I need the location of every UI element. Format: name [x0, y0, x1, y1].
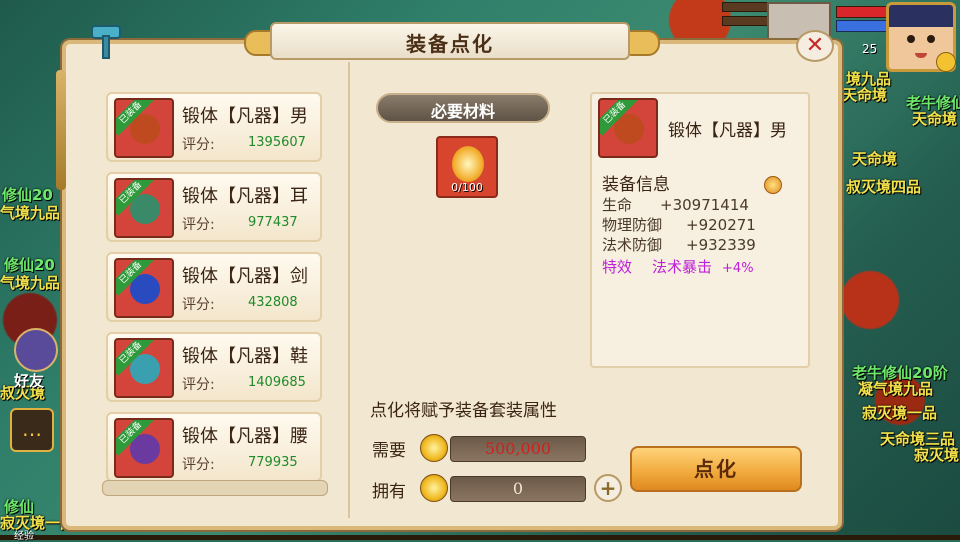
equipment-icon: 已装备	[598, 98, 658, 158]
menu-bars[interactable]	[722, 2, 768, 42]
equipment-icon: 已装备	[114, 178, 174, 238]
info-heading: 装备信息	[602, 175, 670, 195]
item-name: 锻体【凡器】耳	[182, 186, 308, 207]
special-value: +4%	[722, 261, 754, 276]
tassel-ornament	[56, 70, 66, 190]
score-label: 评分:	[182, 297, 215, 313]
stat-value: +30971414	[660, 196, 749, 214]
title-bar: 装备点化	[270, 22, 630, 60]
menu-bar	[722, 2, 768, 12]
item-score: 779935	[248, 455, 298, 470]
hammer-icon	[91, 25, 121, 59]
material-count: 0/100	[451, 181, 483, 194]
equipment-list-item[interactable]: 已装备 锻体【凡器】男 评分: 1395607	[106, 92, 322, 162]
chat-button[interactable]: …	[10, 408, 54, 452]
mp-bar	[836, 20, 890, 32]
avatar-mouth	[915, 53, 927, 58]
score-label: 评分:	[182, 377, 215, 393]
material-slot[interactable]: 0/100	[436, 136, 498, 198]
avatar-eye	[927, 35, 935, 43]
equipment-list[interactable]: 已装备 锻体【凡器】男 评分: 1395607 已装备 锻体【凡器】耳 评分: …	[102, 92, 326, 496]
item-score: 432808	[248, 295, 298, 310]
avatar-hair	[889, 5, 953, 27]
have-amount: 0	[450, 476, 586, 502]
stat-name: 生命	[602, 196, 633, 214]
friend-button[interactable]: 好友	[2, 328, 66, 390]
stat-name: 物理防御	[602, 216, 663, 234]
gem-icon[interactable]	[764, 176, 782, 194]
chat-icon: …	[22, 417, 42, 441]
scene-label: 气境九品	[0, 274, 61, 292]
hp-bar	[836, 6, 890, 18]
refine-description: 点化将赋予装备套装属性	[370, 401, 557, 421]
equipment-list-item[interactable]: 已装备 锻体【凡器】腰 评分: 779935	[106, 412, 322, 482]
score-label: 评分:	[182, 137, 215, 153]
close-button[interactable]: ✕	[796, 30, 834, 62]
need-amount: 500,000	[450, 436, 586, 462]
stat-row: 生命 +30971414	[602, 194, 749, 215]
scene-label: 叔灭境四品	[846, 178, 922, 196]
panel-divider	[348, 62, 350, 518]
equipment-list-item[interactable]: 已装备 锻体【凡器】鞋 评分: 1409685	[106, 332, 322, 402]
close-icon: ✕	[805, 33, 825, 58]
item-name: 锻体【凡器】男	[182, 106, 308, 127]
equipment-icon: 已装备	[114, 98, 174, 158]
equipment-icon: 已装备	[114, 258, 174, 318]
add-currency-button[interactable]: +	[594, 474, 622, 502]
item-score: 977437	[248, 215, 298, 230]
exp-bar	[0, 535, 960, 540]
vip-coin-icon[interactable]	[936, 52, 956, 72]
friend-label: 好友	[14, 372, 45, 390]
stat-name: 法术防御	[602, 236, 663, 254]
scene-label: 修仙	[4, 498, 35, 516]
have-label: 拥有	[372, 482, 406, 502]
list-scrollbar[interactable]	[102, 480, 328, 496]
material-scroll-icon	[452, 146, 484, 182]
info-item-name: 锻体【凡器】男	[668, 121, 787, 141]
coin-icon	[420, 474, 448, 502]
material-heading-tab: 必要材料	[376, 93, 550, 123]
player-level: 25	[862, 42, 878, 56]
coin-icon	[420, 434, 448, 462]
equipment-list-item[interactable]: 已装备 锻体【凡器】剑 评分: 432808	[106, 252, 322, 322]
special-name: 法术暴击	[652, 258, 713, 276]
item-name: 锻体【凡器】腰	[182, 426, 308, 447]
dialog-title: 装备点化	[406, 32, 494, 56]
material-heading: 必要材料	[430, 102, 495, 121]
scene-label: 天命境	[842, 86, 888, 104]
scene-label: 气境九品	[0, 204, 61, 222]
avatar-eye	[907, 35, 915, 43]
score-label: 评分:	[182, 457, 215, 473]
stat-value: +932339	[686, 236, 756, 254]
equipment-list-item[interactable]: 已装备 锻体【凡器】耳 评分: 977437	[106, 172, 322, 242]
special-label: 特效	[602, 258, 633, 276]
item-name: 锻体【凡器】鞋	[182, 346, 308, 367]
stat-row: 物理防御 +920271	[602, 214, 756, 235]
equipment-icon: 已装备	[114, 338, 174, 398]
item-score: 1395607	[248, 135, 306, 150]
score-label: 评分:	[182, 217, 215, 233]
stat-row: 法术防御 +932339	[602, 234, 756, 255]
menu-bar	[722, 16, 768, 26]
scene-label: 寂灭境一品	[862, 404, 938, 422]
scene-label: 天命境	[912, 110, 958, 128]
item-name: 锻体【凡器】剑	[182, 266, 308, 287]
refine-button[interactable]: 点化	[630, 446, 802, 492]
scene-label: 天命境	[852, 150, 898, 168]
equipment-icon: 已装备	[114, 418, 174, 478]
need-label: 需要	[372, 441, 406, 461]
friend-icon	[14, 328, 58, 372]
special-effect-row: 特效 法术暴击 +4%	[602, 256, 764, 277]
equipment-info-panel: 已装备 锻体【凡器】男 装备信息 生命 +30971414 物理防御 +920271…	[590, 92, 810, 368]
item-score: 1409685	[248, 375, 306, 390]
stat-value: +920271	[686, 216, 756, 234]
scene-label: 老牛修仙20阶	[852, 364, 948, 382]
scene-label: 寂灭境	[914, 446, 960, 464]
